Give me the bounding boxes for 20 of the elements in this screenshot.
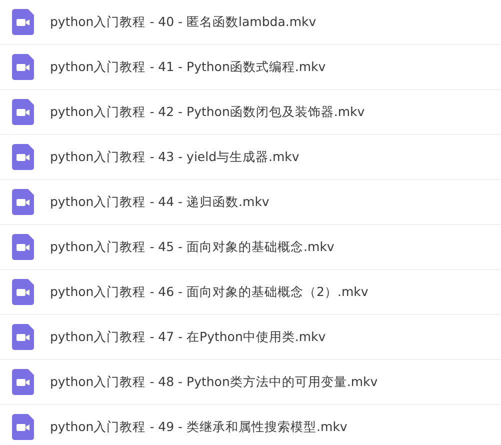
file-name[interactable]: python入门教程 - 42 - Python函数闭包及装饰器.mkv bbox=[50, 104, 365, 120]
video-file-icon bbox=[12, 9, 34, 35]
file-name[interactable]: python入门教程 - 40 - 匿名函数lambda.mkv bbox=[50, 14, 316, 30]
file-name[interactable]: python入门教程 - 47 - 在Python中使用类.mkv bbox=[50, 328, 326, 346]
video-file-icon bbox=[12, 279, 34, 305]
video-file-icon bbox=[12, 99, 34, 125]
video-file-icon bbox=[12, 144, 34, 170]
video-file-icon bbox=[12, 189, 34, 215]
file-name[interactable]: python入门教程 - 44 - 递归函数.mkv bbox=[50, 194, 270, 210]
file-name[interactable]: python入门教程 - 45 - 面向对象的基础概念.mkv bbox=[50, 238, 334, 256]
video-file-icon bbox=[12, 234, 34, 260]
video-file-icon bbox=[12, 324, 34, 350]
file-name[interactable]: python入门教程 - 43 - yield与生成器.mkv bbox=[50, 148, 300, 166]
video-file-icon bbox=[12, 369, 34, 395]
file-name[interactable]: python入门教程 - 49 - 类继承和属性搜索模型.mkv bbox=[50, 418, 348, 436]
video-file-icon bbox=[12, 414, 34, 440]
file-name[interactable]: python入门教程 - 48 - Python类方法中的可用变量.mkv bbox=[50, 374, 378, 390]
file-name[interactable]: python入门教程 - 41 - Python函数式编程.mkv bbox=[50, 58, 326, 76]
video-file-icon bbox=[12, 54, 34, 80]
file-name[interactable]: python入门教程 - 46 - 面向对象的基础概念（2）.mkv bbox=[50, 284, 368, 300]
